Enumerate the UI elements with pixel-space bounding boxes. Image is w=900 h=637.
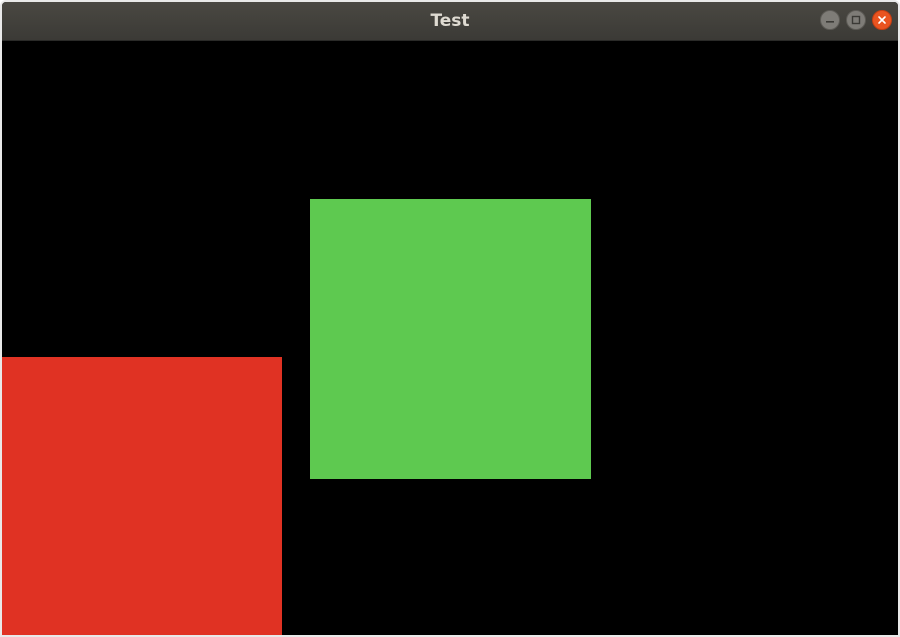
maximize-icon — [851, 15, 861, 25]
window-controls — [820, 10, 892, 32]
minimize-icon — [826, 21, 834, 23]
close-button[interactable] — [872, 10, 892, 30]
title-bar[interactable]: Test — [2, 2, 898, 41]
window-title: Test — [430, 11, 470, 31]
maximize-button[interactable] — [846, 10, 866, 30]
app-window: Test — [0, 0, 900, 637]
minimize-button[interactable] — [820, 10, 840, 30]
red-square — [2, 357, 282, 635]
green-square — [310, 199, 591, 479]
close-icon — [878, 16, 886, 24]
canvas-area — [2, 41, 898, 635]
